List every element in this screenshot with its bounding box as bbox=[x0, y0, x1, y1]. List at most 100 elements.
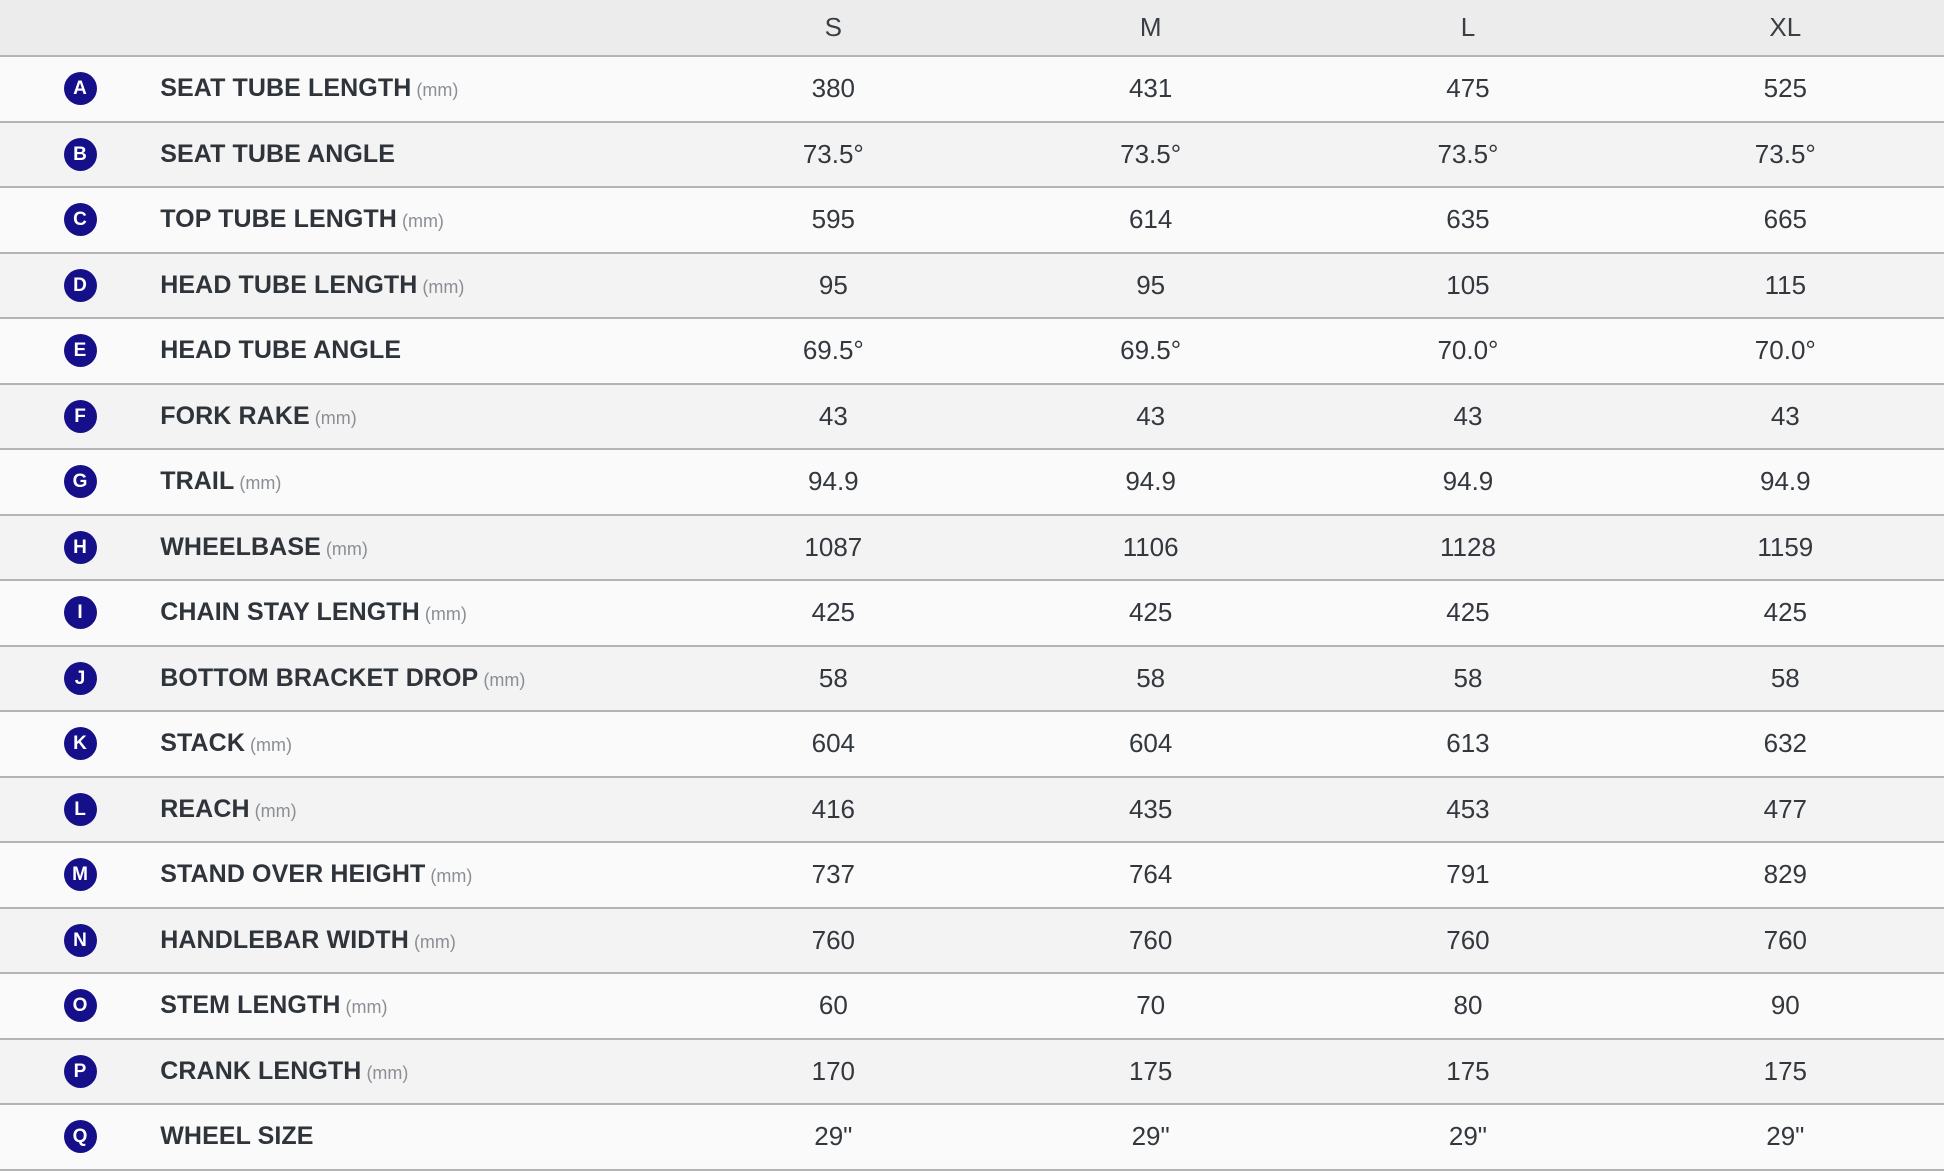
row-label-cell: HEAD TUBE LENGTH (mm) bbox=[160, 253, 674, 319]
row-value-m: 95 bbox=[1136, 269, 1166, 300]
row-value-l: 175 bbox=[1446, 1055, 1490, 1086]
row-value-m: 69.5° bbox=[1120, 335, 1182, 366]
row-value-xl: 43 bbox=[1770, 400, 1800, 431]
geometry-table: S M L XL A SEAT TUBE LENGTH (mm) 380 431 475 5… bbox=[0, 0, 1944, 1171]
row-badge-cell: H bbox=[0, 515, 160, 581]
row-badge-cell: K bbox=[0, 711, 160, 777]
row-label-unit: (mm) bbox=[413, 931, 456, 952]
row-value-xl: 70.0° bbox=[1754, 335, 1816, 366]
row-label-unit: (mm) bbox=[250, 735, 292, 756]
table-row: F FORK RAKE (mm) 43 43 43 43 bbox=[0, 383, 1944, 450]
row-badge-cell: O bbox=[0, 973, 160, 1039]
row-value-xl: 29" bbox=[1766, 1121, 1805, 1152]
table-row: H WHEELBASE (mm) 1087 1106 1128 1159 bbox=[0, 514, 1944, 581]
row-value-l: 70.0° bbox=[1437, 335, 1499, 366]
row-value-s: 737 bbox=[811, 859, 856, 890]
row-label-cell: CRANK LENGTH (mm) bbox=[160, 1039, 674, 1105]
table-row: A SEAT TUBE LENGTH (mm) 380 431 475 525 bbox=[0, 56, 1944, 122]
row-value-xl: 90 bbox=[1770, 990, 1800, 1021]
row-badge-cell: D bbox=[0, 253, 160, 319]
row-badge-cell: A bbox=[0, 56, 160, 122]
row-value-l: 73.5° bbox=[1437, 138, 1499, 169]
table-row: P CRANK LENGTH (mm) 170 175 175 175 bbox=[0, 1038, 1944, 1105]
row-label-cell: STEM LENGTH (mm) bbox=[160, 973, 674, 1039]
row-label: WHEELBASE bbox=[160, 532, 321, 561]
row-label: STAND OVER HEIGHT bbox=[160, 860, 426, 889]
table-body: A SEAT TUBE LENGTH (mm) 380 431 475 525 B SEAT T… bbox=[0, 56, 1944, 1170]
row-value-m: 431 bbox=[1128, 73, 1173, 104]
row-value-xl: 115 bbox=[1764, 269, 1807, 300]
row-badge: K bbox=[63, 727, 97, 761]
row-value-l: 43 bbox=[1453, 400, 1483, 431]
row-value-s: 604 bbox=[811, 728, 856, 759]
row-badge-cell: G bbox=[0, 449, 160, 515]
row-label: REACH bbox=[160, 794, 250, 823]
table-row: N HANDLEBAR WIDTH (mm) 760 760 760 760 bbox=[0, 907, 1944, 973]
row-value-l: 475 bbox=[1446, 73, 1490, 104]
row-value-xl: 525 bbox=[1763, 73, 1807, 104]
row-badge-cell: J bbox=[0, 646, 160, 712]
row-value-m: 435 bbox=[1128, 793, 1173, 824]
row-badge: P bbox=[63, 1054, 97, 1088]
row-label: TOP TUBE LENGTH bbox=[160, 205, 397, 234]
header-row: S M L XL bbox=[0, 0, 1944, 56]
row-badge-cell: E bbox=[0, 318, 160, 384]
row-value-l: 425 bbox=[1446, 597, 1490, 628]
row-value-s: 595 bbox=[811, 204, 856, 235]
row-badge: E bbox=[63, 334, 97, 368]
row-value-xl: 632 bbox=[1763, 728, 1807, 759]
row-value-l: 80 bbox=[1453, 990, 1483, 1021]
row-label-unit: (mm) bbox=[325, 538, 368, 559]
row-label-cell: TRAIL (mm) bbox=[160, 449, 674, 515]
row-label-unit: (mm) bbox=[239, 473, 282, 494]
row-label: HEAD TUBE ANGLE bbox=[160, 336, 402, 365]
row-value-xl: 94.9 bbox=[1760, 466, 1811, 497]
row-label-cell: WHEEL SIZE bbox=[160, 1104, 674, 1170]
row-value-l: 58 bbox=[1453, 662, 1483, 693]
row-badge: J bbox=[63, 661, 97, 695]
row-value-s: 425 bbox=[811, 597, 856, 628]
row-label: WHEEL SIZE bbox=[160, 1122, 314, 1151]
row-value-l: 760 bbox=[1446, 924, 1490, 955]
row-value-xl: 477 bbox=[1763, 793, 1807, 824]
row-value-l: 105 bbox=[1446, 269, 1490, 300]
row-badge: F bbox=[63, 399, 97, 433]
row-badge: D bbox=[63, 268, 97, 302]
row-label-cell: TOP TUBE LENGTH (mm) bbox=[160, 187, 674, 253]
row-badge: M bbox=[63, 858, 97, 892]
row-badge: C bbox=[63, 203, 97, 237]
row-label: STEM LENGTH bbox=[160, 991, 341, 1020]
table-row: G TRAIL (mm) 94.9 94.9 94.9 94.9 bbox=[0, 449, 1944, 515]
row-label-cell: FORK RAKE (mm) bbox=[160, 384, 674, 450]
table-header: S M L XL bbox=[0, 0, 1944, 56]
row-badge: I bbox=[63, 596, 97, 630]
row-value-s: 760 bbox=[811, 924, 856, 955]
row-label-unit: (mm) bbox=[345, 997, 388, 1018]
header-size-xl: XL bbox=[1769, 12, 1802, 42]
header-size-s: S bbox=[824, 12, 843, 42]
row-value-xl: 1159 bbox=[1757, 531, 1814, 562]
table-row: J BOTTOM BRACKET DROP (mm) 58 58 58 58 bbox=[0, 645, 1944, 712]
row-value-s: 29" bbox=[814, 1121, 853, 1152]
row-label: CHAIN STAY LENGTH bbox=[160, 598, 420, 627]
row-value-m: 425 bbox=[1128, 597, 1173, 628]
table-row: Q WHEEL SIZE 29" 29" 29" 29" bbox=[0, 1104, 1944, 1170]
row-badge: H bbox=[63, 530, 97, 564]
row-value-s: 43 bbox=[818, 400, 848, 431]
row-value-m: 1106 bbox=[1122, 531, 1179, 562]
row-value-s: 1087 bbox=[804, 531, 863, 562]
table-row: C TOP TUBE LENGTH (mm) 595 614 635 665 bbox=[0, 187, 1944, 253]
row-label: SEAT TUBE LENGTH bbox=[160, 74, 412, 103]
row-label-unit: (mm) bbox=[430, 866, 473, 887]
row-label-cell: WHEELBASE (mm) bbox=[160, 515, 674, 581]
row-badge-cell: Q bbox=[0, 1104, 160, 1170]
row-label-cell: BOTTOM BRACKET DROP (mm) bbox=[160, 646, 674, 712]
table-row: E HEAD TUBE ANGLE 69.5° 69.5° 70.0° 70.0° bbox=[0, 318, 1944, 384]
row-value-m: 760 bbox=[1128, 924, 1173, 955]
row-value-l: 94.9 bbox=[1442, 466, 1494, 497]
row-badge-cell: P bbox=[0, 1039, 160, 1105]
table-row: L REACH (mm) 416 435 453 477 bbox=[0, 776, 1944, 842]
header-badge-column bbox=[0, 0, 160, 56]
row-label: FORK RAKE bbox=[160, 401, 310, 430]
row-value-xl: 665 bbox=[1763, 204, 1807, 235]
